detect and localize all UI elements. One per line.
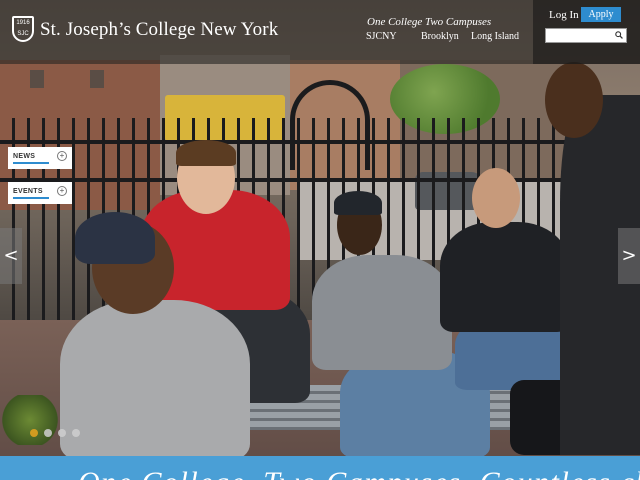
window xyxy=(90,70,104,88)
student-head xyxy=(545,62,603,138)
fence-rail xyxy=(0,140,570,144)
expand-plus-icon[interactable]: + xyxy=(57,151,67,161)
student-cap xyxy=(334,191,382,215)
carousel-prev-button[interactable]: < xyxy=(0,228,22,284)
side-tab-label: NEWS xyxy=(13,153,36,160)
carousel-next-button[interactable]: > xyxy=(618,228,640,284)
site-header: 1916 SJC St. Joseph’s College New York O… xyxy=(0,0,533,64)
expand-plus-icon[interactable]: + xyxy=(57,186,67,196)
college-shield-icon[interactable]: 1916 SJC xyxy=(12,16,34,42)
campus-link-long-island[interactable]: Long Island xyxy=(471,31,541,42)
window xyxy=(30,70,44,88)
student-head xyxy=(472,168,520,228)
campus-nav: SJCNY Brooklyn Long Island xyxy=(366,31,541,42)
carousel-dot[interactable] xyxy=(72,429,80,437)
search-box xyxy=(545,28,627,43)
side-tab-label: EVENTS xyxy=(13,188,43,195)
carousel-dot[interactable] xyxy=(58,429,66,437)
carousel-dots xyxy=(30,429,80,437)
campus-link-brooklyn[interactable]: Brooklyn xyxy=(421,31,471,42)
foliage xyxy=(0,395,60,445)
college-name-link[interactable]: St. Joseph’s College New York xyxy=(40,19,278,41)
login-link[interactable]: Log In xyxy=(549,9,579,21)
student-gray-hoodie xyxy=(60,300,250,460)
shield-text: SJC xyxy=(17,31,29,37)
side-tab-events[interactable]: EVENTS + xyxy=(8,182,72,204)
carousel-dot[interactable] xyxy=(30,429,38,437)
campus-link-sjcny[interactable]: SJCNY xyxy=(366,31,421,42)
student-gray-sweater xyxy=(312,255,452,370)
search-icon[interactable] xyxy=(615,31,623,39)
student-cap xyxy=(75,212,155,264)
banner-headline: One College. Two Campuses. Countless cho… xyxy=(78,466,640,480)
side-tab-news[interactable]: NEWS + xyxy=(8,147,72,169)
search-input[interactable] xyxy=(548,30,612,41)
gate-arch xyxy=(290,80,370,170)
bottom-banner: One College. Two Campuses. Countless cho… xyxy=(0,456,640,480)
apply-button[interactable]: Apply xyxy=(581,7,621,22)
tagline: One College Two Campuses xyxy=(367,16,492,28)
side-tab-underline xyxy=(13,197,49,199)
hero-photo xyxy=(0,0,640,480)
student-black-shirt xyxy=(440,222,570,332)
student-hair xyxy=(176,140,236,166)
shield-year: 1916 xyxy=(16,20,30,26)
carousel-dot[interactable] xyxy=(44,429,52,437)
side-tab-underline xyxy=(13,162,49,164)
